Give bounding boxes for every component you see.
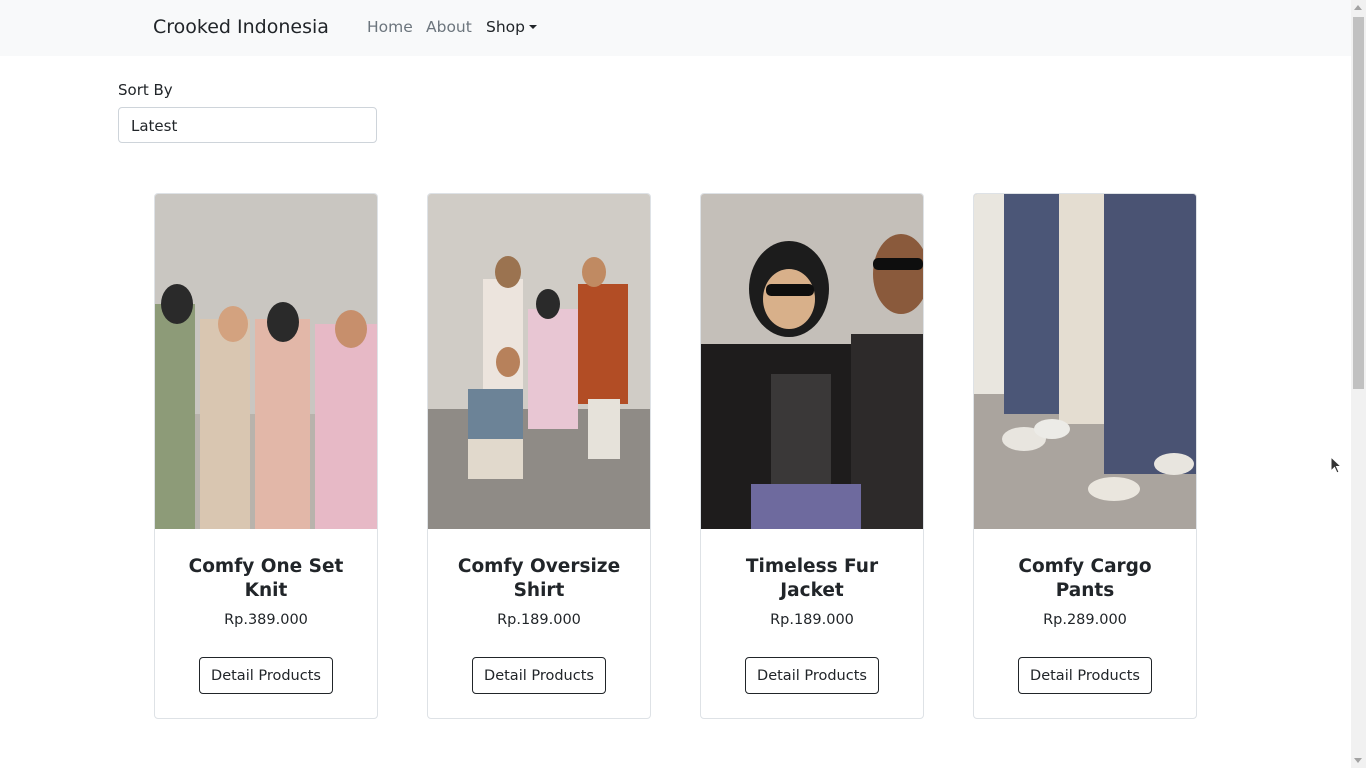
product-card: Comfy One Set Knit Rp.389.000 Detail Pro… bbox=[154, 193, 378, 719]
detail-products-button[interactable]: Detail Products bbox=[199, 657, 333, 694]
caret-down-icon bbox=[529, 25, 537, 29]
nav-home[interactable]: Home bbox=[367, 18, 413, 36]
product-price: Rp.289.000 bbox=[1043, 612, 1127, 628]
sort-label: Sort By bbox=[118, 81, 173, 99]
detail-products-button[interactable]: Detail Products bbox=[745, 657, 879, 694]
mouse-cursor-icon bbox=[1330, 455, 1343, 480]
scroll-up-icon[interactable] bbox=[1354, 5, 1362, 10]
product-title: Comfy One Set Knit bbox=[188, 556, 344, 601]
scrollbar-thumb[interactable] bbox=[1353, 17, 1364, 389]
product-image bbox=[428, 194, 650, 529]
detail-products-button[interactable]: Detail Products bbox=[472, 657, 606, 694]
nav-about[interactable]: About bbox=[426, 18, 472, 36]
product-card: Comfy Cargo Pants Rp.289.000 Detail Prod… bbox=[973, 193, 1197, 719]
product-price: Rp.389.000 bbox=[224, 612, 308, 628]
nav-shop-label: Shop bbox=[486, 18, 525, 36]
product-card: Timeless Fur Jacket Rp.189.000 Detail Pr… bbox=[700, 193, 924, 719]
product-title: Comfy Oversize Shirt bbox=[457, 556, 621, 601]
scroll-down-icon[interactable] bbox=[1354, 758, 1362, 763]
product-image bbox=[974, 194, 1196, 529]
product-price: Rp.189.000 bbox=[497, 612, 581, 628]
sort-select[interactable]: Latest bbox=[118, 107, 377, 143]
nav-shop-dropdown[interactable]: Shop bbox=[486, 18, 537, 36]
product-image bbox=[155, 194, 377, 529]
product-title: Comfy Cargo Pants bbox=[1018, 556, 1152, 601]
brand-logo[interactable]: Crooked Indonesia bbox=[153, 16, 329, 38]
product-title: Timeless Fur Jacket bbox=[745, 556, 879, 601]
detail-products-button[interactable]: Detail Products bbox=[1018, 657, 1152, 694]
vertical-scrollbar[interactable] bbox=[1351, 0, 1366, 768]
product-card: Comfy Oversize Shirt Rp.189.000 Detail P… bbox=[427, 193, 651, 719]
product-image bbox=[701, 194, 923, 529]
navbar: Crooked Indonesia Home About Shop bbox=[0, 0, 1351, 56]
product-price: Rp.189.000 bbox=[770, 612, 854, 628]
